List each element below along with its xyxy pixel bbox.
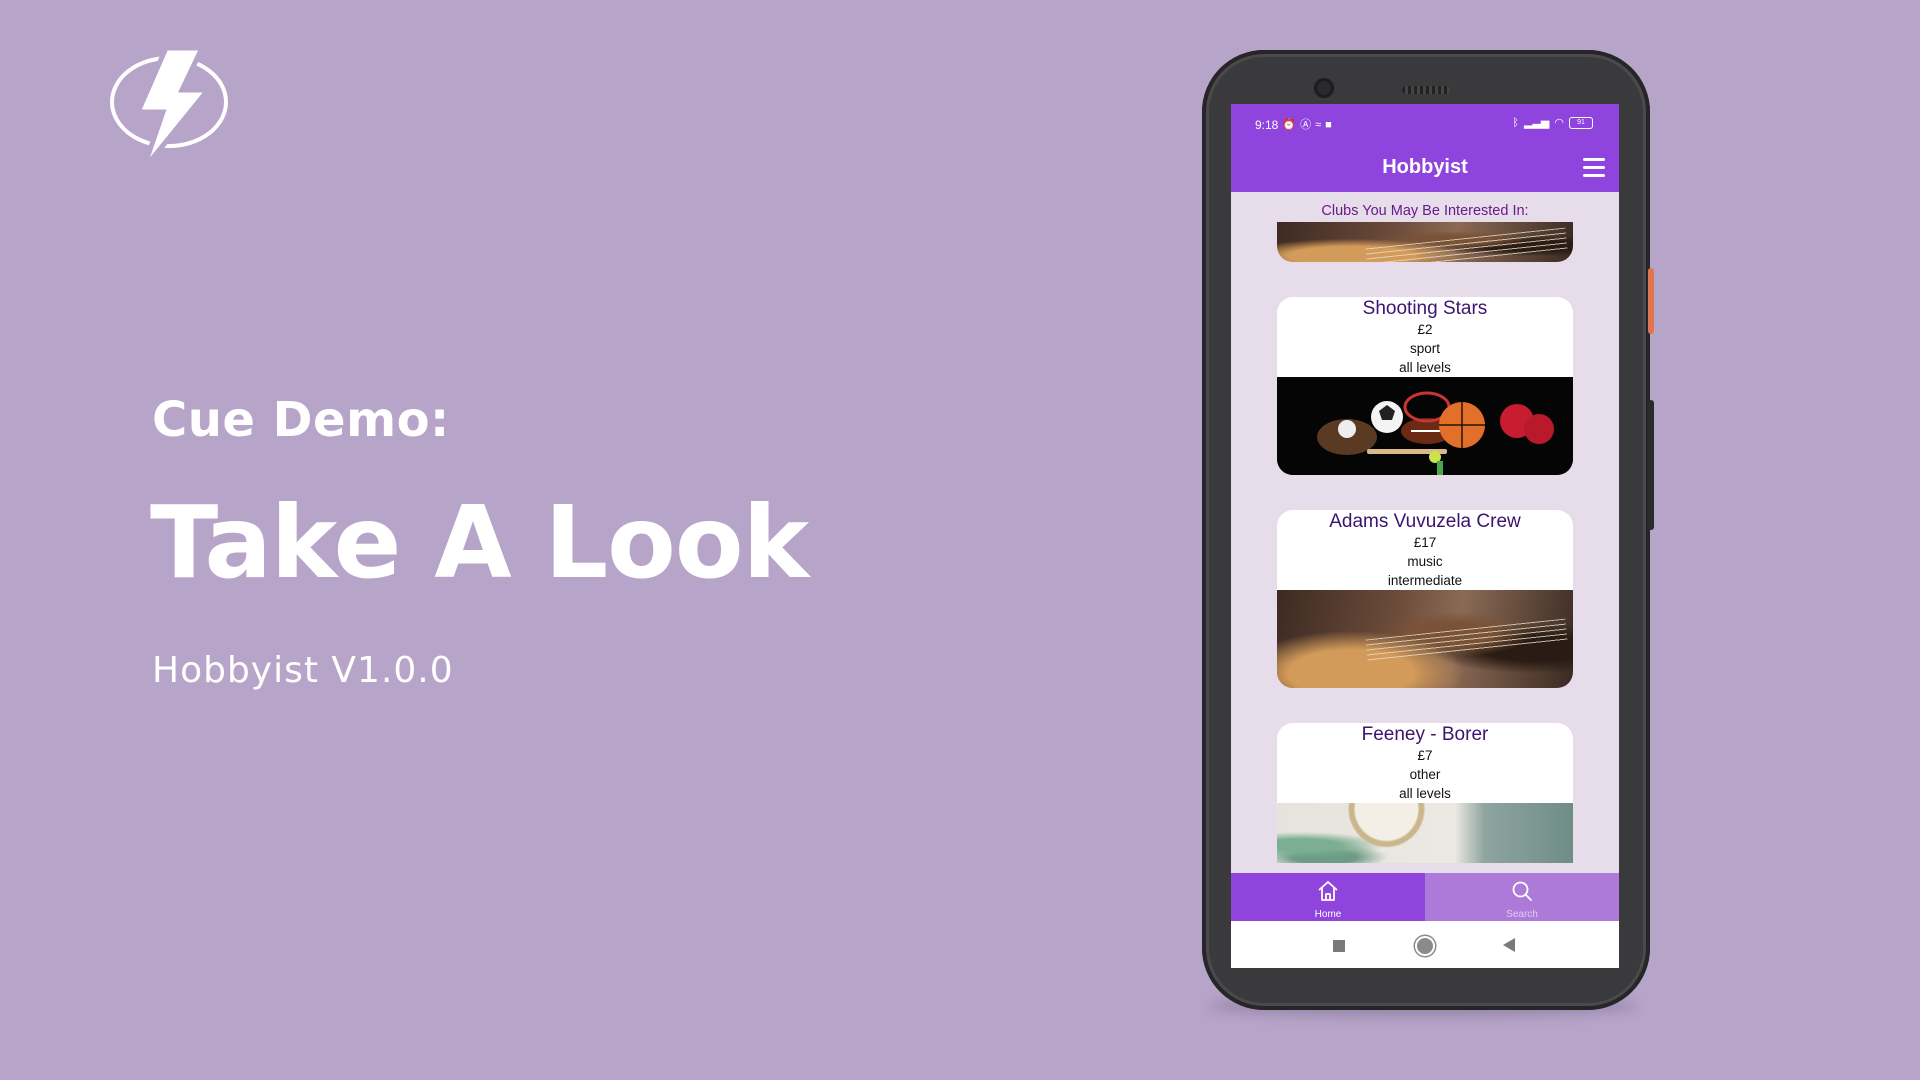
bluetooth-icon: ᛒ xyxy=(1512,117,1519,129)
nav-home-label: Home xyxy=(1314,909,1342,920)
club-image-crafts xyxy=(1277,803,1573,863)
club-level: all levels xyxy=(1399,786,1451,801)
nav-search-label: Search xyxy=(1506,909,1538,920)
slide-headline: Take A Look xyxy=(150,484,809,601)
club-image-guitar xyxy=(1277,590,1573,688)
hotspot-icon: ≈ xyxy=(1315,119,1322,131)
app-title: Hobbyist xyxy=(1382,156,1468,178)
nav-home-tab[interactable]: Home xyxy=(1231,873,1425,921)
back-icon[interactable] xyxy=(1503,938,1515,952)
club-image-sports xyxy=(1277,377,1573,475)
battery-icon: 91 xyxy=(1569,117,1593,129)
a-icon: Ⓐ xyxy=(1300,119,1312,131)
club-level: intermediate xyxy=(1387,573,1463,588)
section-title: Clubs You May Be Interested In: xyxy=(1321,203,1529,219)
club-card[interactable]: Adams Vuvuzela Crew £17 music intermedia… xyxy=(1277,510,1573,688)
club-price: £2 xyxy=(1417,322,1433,337)
app-version: Hobbyist V1.0.0 xyxy=(152,650,454,691)
club-price: £17 xyxy=(1413,535,1437,550)
search-icon xyxy=(1512,881,1532,901)
recent-apps-icon[interactable] xyxy=(1333,940,1345,952)
club-category: sport xyxy=(1409,341,1440,356)
club-category: other xyxy=(1409,767,1441,782)
phone-screen: 9:18 ⏰ Ⓐ ≈ ■ ᛒ ▂▃▅ ◠ 91 Hobbyist Clubs Y… xyxy=(1231,104,1619,968)
status-bar: 9:18 ⏰ Ⓐ ≈ ■ ᛒ ▂▃▅ ◠ 91 xyxy=(1231,104,1619,146)
system-home-icon[interactable] xyxy=(1417,938,1433,954)
power-button xyxy=(1648,268,1654,334)
status-time: 9:18 xyxy=(1255,118,1279,132)
club-card[interactable]: Feeney - Borer £7 other all levels xyxy=(1277,723,1573,863)
club-card[interactable]: Shooting Stars £2 sport all levels xyxy=(1277,297,1573,475)
slide-kicker: Cue Demo: xyxy=(152,392,450,448)
club-price: £7 xyxy=(1417,748,1433,763)
app-bar: Hobbyist xyxy=(1231,146,1619,192)
hamburger-menu-icon[interactable] xyxy=(1583,158,1605,178)
volume-button xyxy=(1648,400,1654,530)
bottom-navigation: Home Search xyxy=(1231,873,1619,921)
lightning-logo-icon xyxy=(110,48,228,170)
club-level: all levels xyxy=(1399,360,1451,375)
club-category: music xyxy=(1407,554,1443,569)
earpiece-speaker xyxy=(1402,86,1450,94)
club-name: Shooting Stars xyxy=(1362,298,1488,319)
alarm-icon: ⏰ xyxy=(1282,119,1297,131)
club-name: Adams Vuvuzela Crew xyxy=(1329,511,1521,532)
video-icon: ■ xyxy=(1325,119,1332,131)
nav-search-tab[interactable]: Search xyxy=(1425,873,1619,921)
system-navigation-bar xyxy=(1231,921,1619,968)
front-camera xyxy=(1314,78,1334,98)
signal-icon: ▂▃▅ xyxy=(1524,117,1550,129)
club-name: Feeney - Borer xyxy=(1361,724,1489,745)
wifi-icon: ◠ xyxy=(1554,117,1564,129)
club-card-partial[interactable] xyxy=(1277,222,1573,262)
home-icon xyxy=(1318,881,1338,901)
